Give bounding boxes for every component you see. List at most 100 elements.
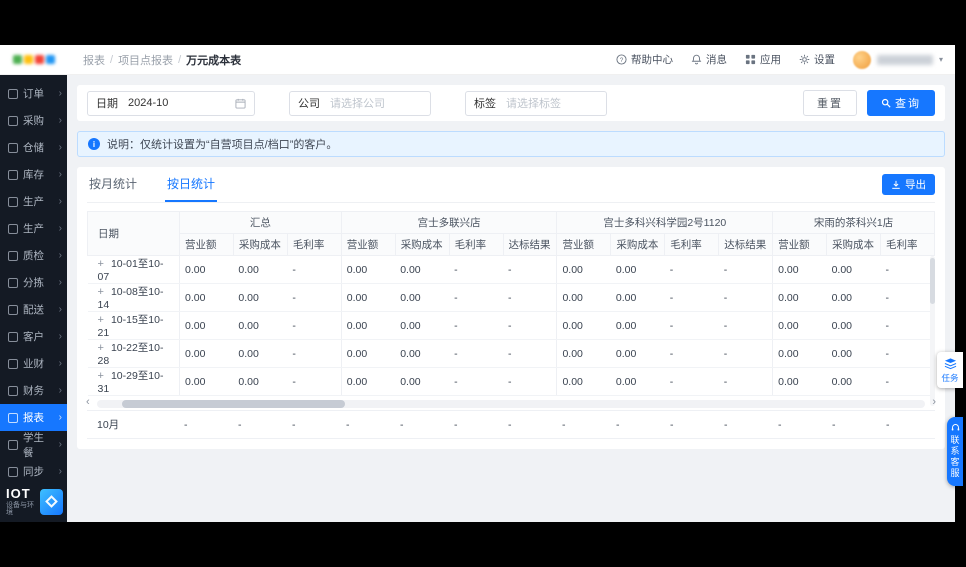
expand-row-button[interactable]: + [98,258,104,270]
summary-cell: - [665,410,719,439]
filter-bar: 日期 2024-10 公司 请选择公司 标签 请选择标签 重置 查询 [77,85,945,121]
user-menu[interactable]: ▾ [852,50,943,69]
header-menu-bell[interactable]: 消息 [691,52,727,67]
expand-row-button[interactable]: + [98,286,104,298]
cell: 0.00 [610,311,665,340]
expand-row-button[interactable]: + [98,370,104,382]
summary-label: 10月 [87,410,179,439]
sidebar-item-finance[interactable]: 财务 › [0,377,67,404]
scroll-thumb[interactable] [121,400,346,408]
gear-icon [799,54,810,65]
cell: - [449,255,504,284]
vertical-scrollbar[interactable] [930,256,935,406]
sidebar-item-sync[interactable]: 同步 › [0,458,67,485]
header-menu-grid[interactable]: 应用 [745,52,781,67]
contact-support-fab[interactable]: 联系客服 [947,417,963,486]
cell: - [449,367,504,396]
sidebar-item-production-1[interactable]: 生产 › [0,188,67,215]
company-select[interactable]: 公司 请选择公司 [289,90,431,116]
sync-icon [8,466,18,477]
cell: 0.00 [556,367,611,396]
summary-cell: - [287,410,341,439]
student-meal-icon [8,439,18,450]
sidebar-item-inventory[interactable]: 库存 › [0,161,67,188]
summary-cell: - [827,410,881,439]
summary-cell: - [557,410,611,439]
sidebar-item-storage[interactable]: 仓储 › [0,134,67,161]
chevron-right-icon: › [58,331,62,342]
layers-icon [944,357,956,369]
cell: 0.00 [340,367,396,396]
sidebar-item-customer[interactable]: 客户 › [0,323,67,350]
sidebar-item-orders[interactable]: 订单 › [0,80,67,107]
inventory-icon [8,169,18,180]
cell: 0.00 [340,311,396,340]
tag-select[interactable]: 标签 请选择标签 [465,90,607,116]
chevron-right-icon: › [58,115,62,126]
breadcrumb-item[interactable]: 项目点报表 [118,52,173,68]
report-footer-table: 10月 - - - - - - - - - - - - - - [87,410,935,439]
col-header: 采购成本 [232,233,288,256]
tabs: 按月统计 按日统计 [87,173,935,203]
cell: - [880,255,935,284]
summary-cell: - [233,410,287,439]
summary-cell: - [773,410,827,439]
header-menu-gear[interactable]: 设置 [799,52,835,67]
cell: 0.00 [772,339,827,368]
iot-cube-icon [40,488,63,515]
scroll-right-arrow[interactable]: › [932,397,936,408]
expand-row-button[interactable]: + [98,314,104,326]
iot-title: IOT [6,486,31,501]
scroll-track[interactable] [97,400,925,408]
cell: - [880,311,935,340]
col-header: 采购成本 [394,233,450,256]
sidebar-item-delivery[interactable]: 配送 › [0,296,67,323]
sidebar-item-production-2[interactable]: 生产 › [0,215,67,242]
col-header: 营业额 [772,233,828,256]
sidebar-item-reports[interactable]: 报表 › [0,404,67,431]
cell: - [449,339,504,368]
cell: - [718,255,773,284]
task-fab[interactable]: 任务 [937,352,963,388]
col-header: 达标结果 [718,233,774,256]
reports-icon [8,412,18,423]
search-button[interactable]: 查询 [867,90,935,116]
orders-icon [8,88,18,99]
cell: 0.00 [610,339,665,368]
breadcrumb-item[interactable]: 报表 [83,52,105,68]
iot-widget[interactable]: IOT 设备与环境 [0,485,67,522]
header-menu-help[interactable]: ? 帮助中心 [616,52,673,67]
col-header: 采购成本 [610,233,666,256]
storage-icon [8,142,18,153]
col-header: 采购成本 [826,233,881,256]
info-alert: i 说明：仅统计设置为“自营项目点/档口”的客户。 [77,131,945,157]
cell: 0.00 [395,367,450,396]
alert-text: 说明：仅统计设置为“自营项目点/档口”的客户。 [107,139,338,151]
export-button[interactable]: 导出 [882,174,935,195]
cell: 0.00 [395,283,450,312]
cell: - [503,311,557,340]
chevron-right-icon: › [58,304,62,315]
sidebar-item-student-meal[interactable]: 学生餐 › [0,431,67,459]
tag-placeholder: 请选择标签 [506,98,561,110]
cell: 0.00 [556,255,611,284]
scroll-left-arrow[interactable]: ‹ [86,397,90,408]
sidebar-item-purchase[interactable]: 采购 › [0,107,67,134]
sidebar-item-business-finance[interactable]: 业财 › [0,350,67,377]
tab-monthly[interactable]: 按月统计 [87,175,139,202]
chevron-right-icon: › [58,250,62,261]
cell: 0.00 [395,255,450,284]
col-header: 营业额 [179,233,234,256]
chevron-right-icon: › [58,385,62,396]
summary-row: 10月 - - - - - - - - - - - - - - [87,410,935,439]
tab-daily[interactable]: 按日统计 [165,175,218,202]
cell: 0.00 [826,339,881,368]
date-picker[interactable]: 日期 2024-10 [87,90,255,116]
summary-cell: - [881,410,935,439]
sidebar-item-sorting[interactable]: 分拣 › [0,269,67,296]
expand-row-button[interactable]: + [98,342,104,354]
vertical-scroll-thumb[interactable] [930,258,935,304]
sidebar-item-quality[interactable]: 质检 › [0,242,67,269]
reset-button[interactable]: 重置 [803,90,857,116]
cell: - [880,339,935,368]
